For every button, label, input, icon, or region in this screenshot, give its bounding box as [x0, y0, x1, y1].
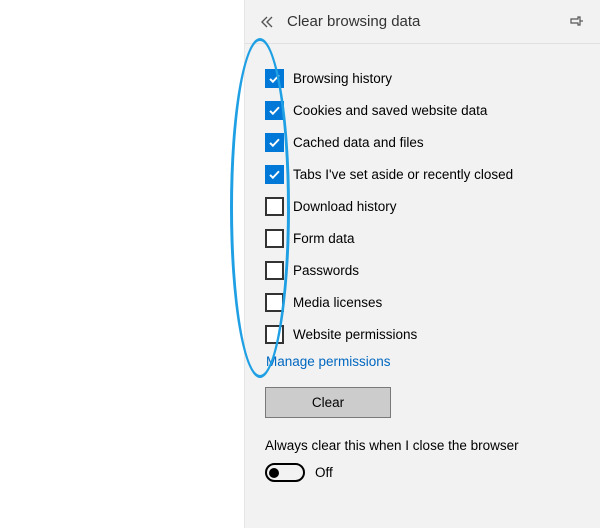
toggle-knob — [269, 468, 279, 478]
checkbox-label: Cached data and files — [293, 135, 424, 150]
check-icon — [268, 72, 281, 85]
manage-permissions-link[interactable]: Manage permissions — [266, 354, 391, 369]
panel-header: Clear browsing data — [245, 0, 600, 44]
checkbox-label: Browsing history — [293, 71, 392, 86]
chevrons-left-icon — [259, 14, 275, 30]
options-list: Browsing history Cookies and saved websit… — [265, 62, 578, 350]
checkbox[interactable] — [265, 293, 284, 312]
back-button[interactable] — [253, 8, 281, 36]
autoclear-state: Off — [315, 465, 333, 480]
checkbox-row[interactable]: Media licenses — [265, 286, 578, 318]
checkbox-label: Media licenses — [293, 295, 382, 310]
checkbox[interactable] — [265, 101, 284, 120]
pin-button[interactable] — [562, 8, 590, 36]
checkbox-row[interactable]: Cached data and files — [265, 126, 578, 158]
check-icon — [268, 168, 281, 181]
checkbox[interactable] — [265, 261, 284, 280]
checkbox-row[interactable]: Tabs I've set aside or recently closed — [265, 158, 578, 190]
panel-body: Browsing history Cookies and saved websit… — [245, 44, 600, 482]
checkbox-row[interactable]: Cookies and saved website data — [265, 94, 578, 126]
check-icon — [268, 104, 281, 117]
checkbox-row[interactable]: Website permissions — [265, 318, 578, 350]
checkbox-row[interactable]: Passwords — [265, 254, 578, 286]
check-icon — [268, 136, 281, 149]
checkbox-row[interactable]: Download history — [265, 190, 578, 222]
clear-button[interactable]: Clear — [265, 387, 391, 418]
checkbox[interactable] — [265, 325, 284, 344]
checkbox[interactable] — [265, 197, 284, 216]
autoclear-toggle-row: Off — [265, 463, 578, 482]
checkbox-label: Cookies and saved website data — [293, 103, 487, 118]
pin-icon — [568, 14, 584, 30]
manage-permissions-row: Manage permissions — [266, 352, 578, 379]
checkbox-label: Form data — [293, 231, 355, 246]
checkbox[interactable] — [265, 69, 284, 88]
checkbox-row[interactable]: Form data — [265, 222, 578, 254]
checkbox-row[interactable]: Browsing history — [265, 62, 578, 94]
checkbox-label: Passwords — [293, 263, 359, 278]
autoclear-toggle[interactable] — [265, 463, 305, 482]
panel-title: Clear browsing data — [287, 13, 562, 30]
checkbox-label: Tabs I've set aside or recently closed — [293, 167, 513, 182]
autoclear-label: Always clear this when I close the brows… — [265, 438, 578, 453]
checkbox[interactable] — [265, 133, 284, 152]
clear-browsing-data-panel: Clear browsing data Browsing history Cook… — [244, 0, 600, 528]
checkbox-label: Website permissions — [293, 327, 417, 342]
checkbox-label: Download history — [293, 199, 397, 214]
autoclear-section: Always clear this when I close the brows… — [265, 438, 578, 482]
checkbox[interactable] — [265, 229, 284, 248]
checkbox[interactable] — [265, 165, 284, 184]
